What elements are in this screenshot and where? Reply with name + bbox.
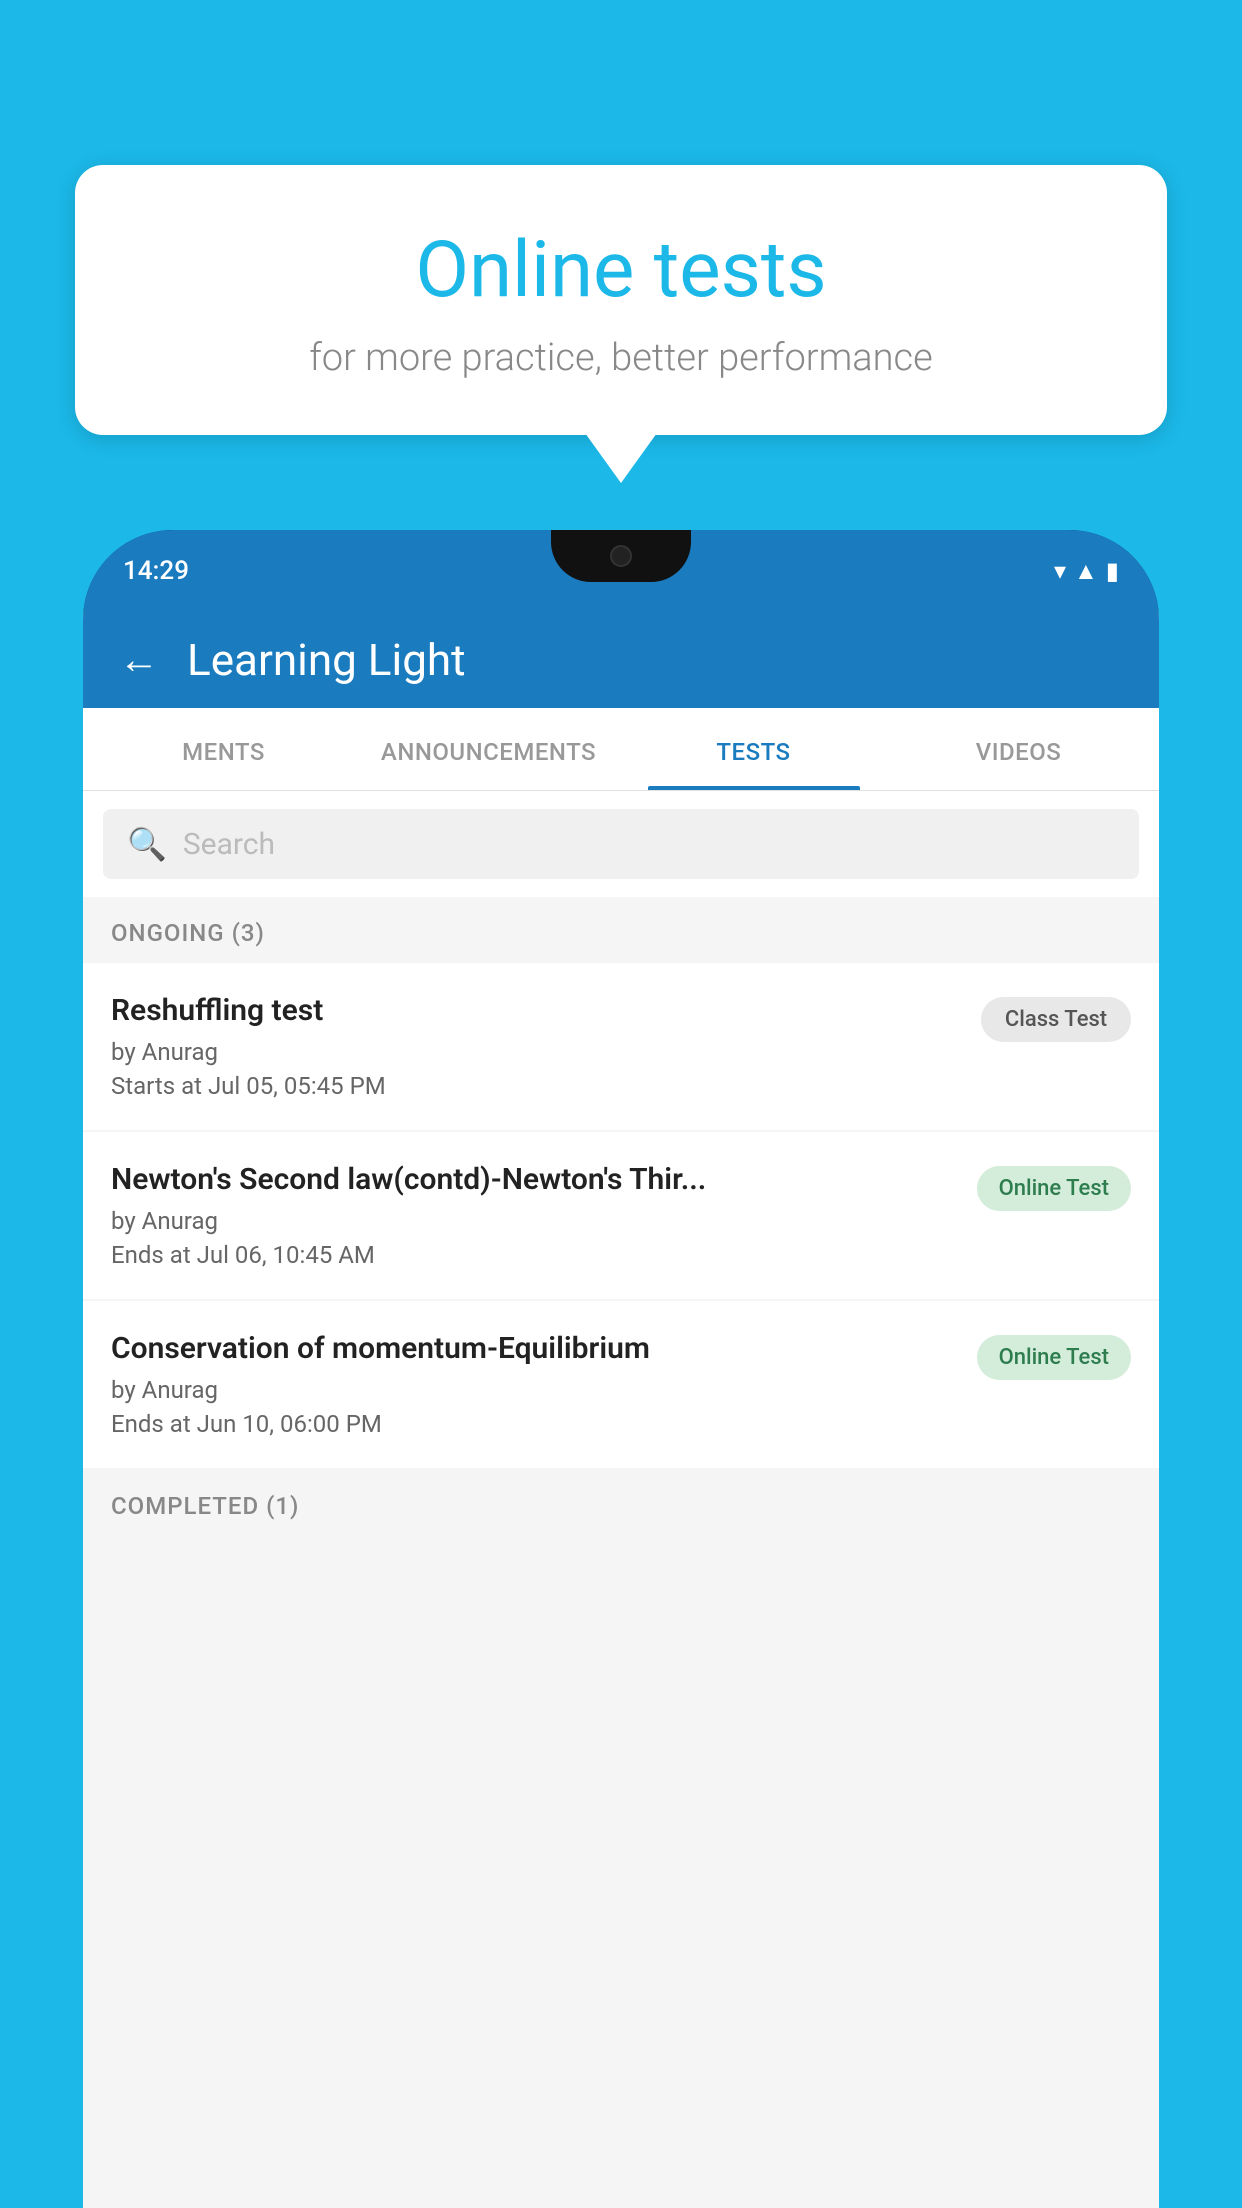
tab-tests[interactable]: TESTS: [621, 708, 886, 790]
test-item[interactable]: Conservation of momentum-Equilibrium by …: [83, 1301, 1159, 1468]
search-input[interactable]: Search: [183, 827, 275, 862]
test-info: Reshuffling test by Anurag Starts at Jul…: [111, 993, 965, 1100]
test-name: Conservation of momentum-Equilibrium: [111, 1331, 961, 1366]
tab-ments[interactable]: MENTS: [91, 708, 356, 790]
phone-notch: [551, 530, 691, 582]
signal-icon: ▲: [1074, 557, 1098, 586]
tabs-bar: MENTS ANNOUNCEMENTS TESTS VIDEOS: [83, 708, 1159, 791]
bubble-title: Online tests: [115, 225, 1127, 316]
test-info: Conservation of momentum-Equilibrium by …: [111, 1331, 961, 1438]
search-container: 🔍 Search: [83, 791, 1159, 897]
test-date: Starts at Jul 05, 05:45 PM: [111, 1072, 965, 1100]
status-time: 14:29: [123, 556, 189, 586]
bubble-subtitle: for more practice, better performance: [115, 336, 1127, 380]
status-icons: ▾ ▲ ▮: [1054, 557, 1119, 586]
phone-frame: 14:29 ▾ ▲ ▮ ← Learning Light MENTS ANNOU…: [83, 530, 1159, 2208]
test-badge: Class Test: [981, 997, 1131, 1042]
tab-announcements[interactable]: ANNOUNCEMENTS: [356, 708, 621, 790]
back-button[interactable]: ←: [119, 640, 159, 680]
test-author: by Anurag: [111, 1038, 965, 1066]
test-badge: Online Test: [977, 1335, 1131, 1380]
status-bar: 14:29 ▾ ▲ ▮: [83, 530, 1159, 612]
test-item[interactable]: Reshuffling test by Anurag Starts at Jul…: [83, 963, 1159, 1130]
camera: [610, 545, 632, 567]
test-item[interactable]: Newton's Second law(contd)-Newton's Thir…: [83, 1132, 1159, 1299]
test-author: by Anurag: [111, 1376, 961, 1404]
search-bar[interactable]: 🔍 Search: [103, 809, 1139, 879]
test-date: Ends at Jul 06, 10:45 AM: [111, 1241, 961, 1269]
app-title: Learning Light: [187, 634, 466, 686]
phone-inner: ← Learning Light MENTS ANNOUNCEMENTS TES…: [83, 612, 1159, 2208]
tab-videos[interactable]: VIDEOS: [886, 708, 1151, 790]
test-date: Ends at Jun 10, 06:00 PM: [111, 1410, 961, 1438]
wifi-icon: ▾: [1054, 557, 1066, 585]
app-header: ← Learning Light: [83, 612, 1159, 708]
test-badge: Online Test: [977, 1166, 1131, 1211]
test-info: Newton's Second law(contd)-Newton's Thir…: [111, 1162, 961, 1269]
ongoing-section-header: ONGOING (3): [83, 897, 1159, 963]
search-icon: 🔍: [127, 825, 167, 863]
completed-section-header: COMPLETED (1): [83, 1470, 1159, 1536]
battery-icon: ▮: [1106, 557, 1119, 585]
test-name: Reshuffling test: [111, 993, 965, 1028]
test-name: Newton's Second law(contd)-Newton's Thir…: [111, 1162, 961, 1197]
promo-bubble: Online tests for more practice, better p…: [75, 165, 1167, 435]
test-author: by Anurag: [111, 1207, 961, 1235]
